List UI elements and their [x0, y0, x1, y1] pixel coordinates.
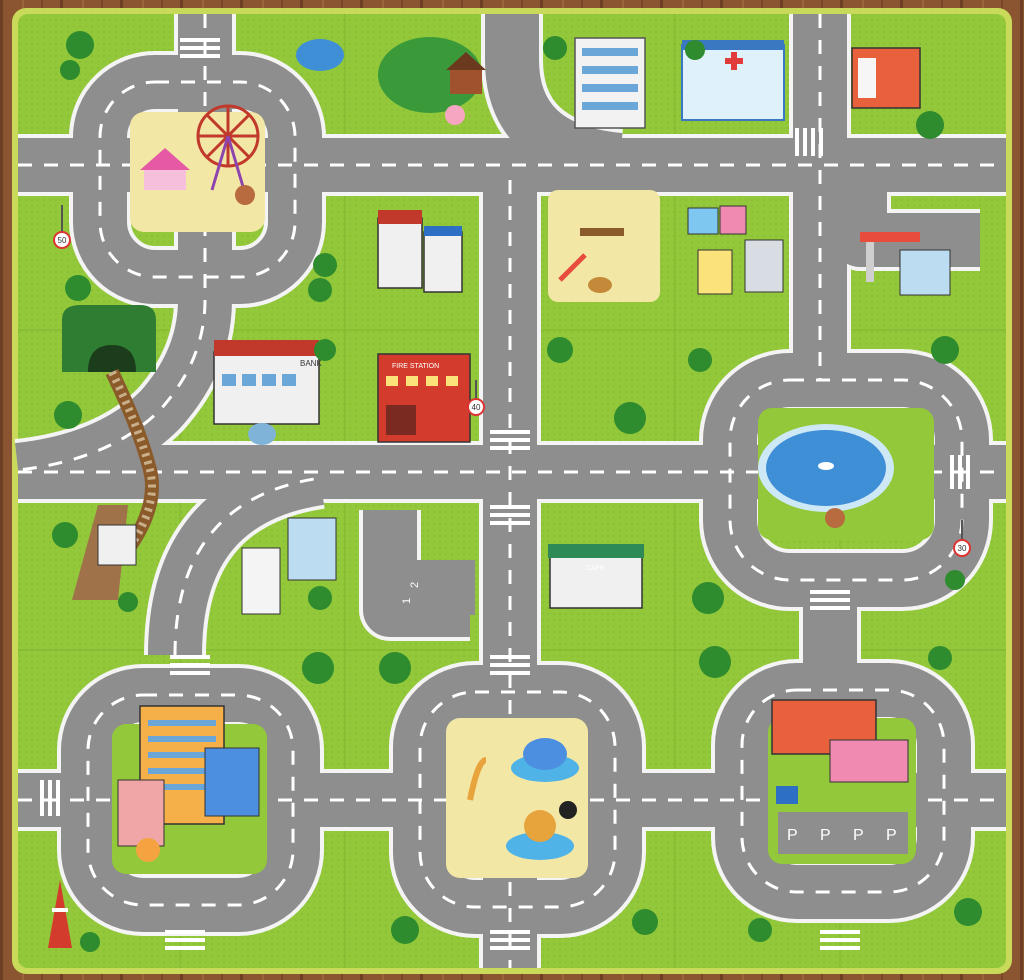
bank-building: BANK: [213, 340, 322, 425]
svg-text:50: 50: [58, 236, 67, 245]
svg-text:40: 40: [472, 403, 481, 412]
downtown-block: [112, 705, 267, 874]
svg-text:P: P: [787, 827, 798, 844]
svg-text:P: P: [886, 827, 897, 844]
svg-text:P: P: [853, 827, 864, 844]
shopping-center: P P P P: [768, 699, 916, 864]
cafe: CAFE: [548, 544, 644, 609]
elephant-statue: [248, 423, 276, 445]
amusement-park: [130, 104, 265, 232]
red-shop: [851, 47, 921, 109]
fountain-park: [758, 408, 934, 540]
fire-station-sign: FIRE STATION: [392, 363, 439, 370]
svg-text:30: 30: [958, 544, 967, 553]
zoo: [446, 718, 588, 878]
bank-sign: BANK: [300, 359, 322, 368]
cafe-sign: CAFE: [586, 565, 605, 572]
playground: [548, 190, 660, 302]
apartment-building: [574, 37, 646, 129]
svg-text:P: P: [820, 827, 831, 844]
fire-station: FIRE STATION: [377, 353, 471, 443]
play-mat-photo: BANK FIRE STATION 1 2 CAFE P P P P 50 40…: [0, 0, 1024, 980]
parking-spot-2: 2: [409, 582, 421, 588]
small-parking: 1 2: [375, 560, 475, 615]
pond: [296, 39, 344, 71]
parking-spot-1: 1: [401, 598, 413, 604]
